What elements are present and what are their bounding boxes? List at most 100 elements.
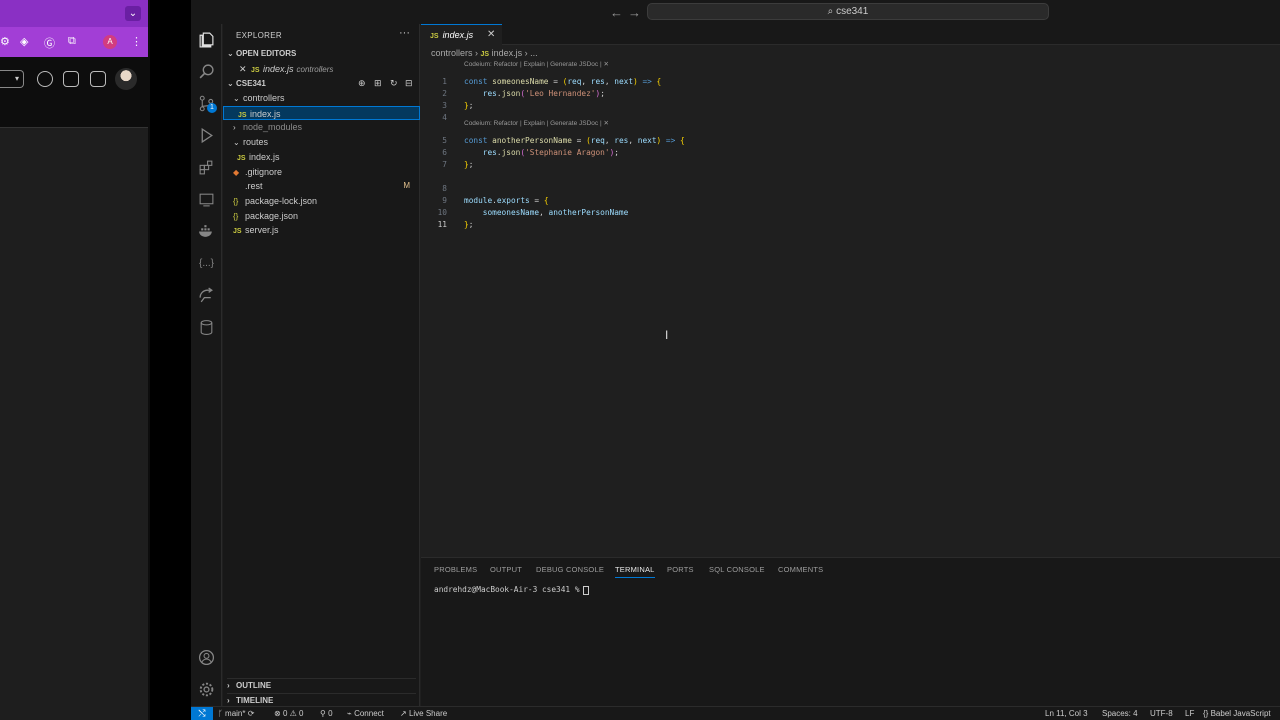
- line-number: 7: [442, 160, 447, 169]
- tree-item[interactable]: JS index.js: [223, 150, 420, 164]
- more-actions-icon[interactable]: ···: [399, 27, 410, 39]
- code-text: const someonesName = (req, res, next) =>…: [464, 77, 662, 86]
- tree-item[interactable]: JS index.js: [223, 105, 420, 120]
- sync-icon: ⟳: [247, 709, 255, 718]
- terminal-prompt: andrehdz@MacBook-Air-3 cse341 %: [434, 585, 580, 594]
- chevron-right-icon: ›: [227, 681, 230, 690]
- extension-icon-1[interactable]: ⚙: [0, 35, 10, 48]
- tree-item-label: index.js: [249, 151, 280, 162]
- tree-item[interactable]: ⌄ routes: [223, 135, 420, 149]
- line-number: 4: [442, 113, 447, 122]
- connect-status[interactable]: ⌁ Connect: [347, 707, 384, 720]
- live-share-icon[interactable]: [198, 287, 215, 304]
- line-number: 6: [442, 148, 447, 157]
- close-icon[interactable]: ✕: [239, 62, 251, 76]
- tree-item-label: .gitignore: [245, 166, 283, 177]
- braces-icon: {}: [1203, 709, 1211, 718]
- panel-tab-terminal[interactable]: TERMINAL: [615, 565, 655, 578]
- explorer-sidebar: EXPLORER ··· ⌄ OPEN EDITORS ✕ JS index.js co…: [223, 24, 420, 706]
- profile-badge[interactable]: A: [103, 35, 117, 49]
- code-text: someonesName, anotherPersonName: [482, 208, 629, 217]
- code-text: res.json('Leo Hernandez');: [482, 89, 605, 98]
- remote-indicator-icon[interactable]: ⤭: [191, 707, 213, 720]
- chevron-down-icon: ⌄: [227, 79, 234, 88]
- chevron-right-icon: ›: [227, 696, 230, 705]
- breadcrumb-folder[interactable]: controllers: [431, 48, 473, 58]
- tree-item[interactable]: {} package.json: [223, 209, 420, 223]
- new-folder-icon[interactable]: ⊞: [374, 78, 382, 89]
- new-file-icon[interactable]: ⊕: [358, 78, 366, 89]
- project-folder-header[interactable]: ⌄ CSE341: [227, 79, 266, 88]
- docker-icon[interactable]: [198, 223, 215, 240]
- open-editors-header[interactable]: ⌄ OPEN EDITORS: [227, 49, 296, 58]
- bottom-panel: PROBLEMS OUTPUT DEBUG CONSOLE TERMINAL PORTS…: [421, 557, 1280, 706]
- status-bar: ⤭ ᚴ main* ⟳ ⊗ 0 ⚠ 0 ⚲ 0 ⌁ Connect ↗ Live…: [191, 706, 1280, 720]
- eol-status[interactable]: LF: [1185, 707, 1194, 720]
- tab-index-js[interactable]: JS index.js ✕: [421, 24, 502, 45]
- ports-icon: ⚲: [320, 709, 326, 718]
- problems-status[interactable]: ⊗ 0 ⚠ 0: [274, 707, 303, 720]
- forward-button[interactable]: →: [628, 5, 641, 20]
- indentation-status[interactable]: Spaces: 4: [1102, 707, 1138, 720]
- tab-search-button[interactable]: ▾: [0, 70, 24, 88]
- tree-item[interactable]: .rest M: [223, 179, 420, 193]
- panel-tab-debug-console[interactable]: DEBUG CONSOLE: [536, 565, 604, 574]
- codeium-codelens[interactable]: Codeium: Refactor | Explain | Generate J…: [464, 60, 609, 70]
- panel-tab-problems[interactable]: PROBLEMS: [434, 565, 477, 574]
- panel-tab-comments[interactable]: COMMENTS: [778, 565, 823, 574]
- extension-icon-2[interactable]: ◈: [20, 35, 28, 48]
- inbox-icon[interactable]: [90, 71, 106, 87]
- panel-tab-sql-console[interactable]: SQL CONSOLE: [709, 565, 765, 574]
- browser-tab-strip: ⌄: [0, 0, 148, 27]
- history-icon[interactable]: [37, 71, 53, 87]
- account-icon[interactable]: [198, 649, 215, 666]
- codeium-codelens[interactable]: Codeium: Refactor | Explain | Generate J…: [464, 119, 609, 129]
- search-icon[interactable]: [198, 63, 215, 80]
- timeline-header[interactable]: › TIMELINE: [227, 693, 416, 705]
- encoding-status[interactable]: UTF-8: [1150, 707, 1173, 720]
- cursor-position-status[interactable]: Ln 11, Col 3: [1045, 707, 1088, 720]
- command-center-search[interactable]: ⌕ cse341: [647, 3, 1049, 20]
- js-file-icon: JS: [251, 67, 260, 74]
- panel-tab-ports[interactable]: PORTS: [667, 565, 694, 574]
- tree-item-label: routes: [243, 137, 269, 148]
- js-file-icon: JS: [233, 228, 242, 236]
- back-button[interactable]: ←: [610, 5, 623, 20]
- open-editor-item[interactable]: ✕ JS index.js controllers: [223, 62, 420, 76]
- tree-item[interactable]: ⌄ controllers: [223, 91, 420, 105]
- close-icon[interactable]: ✕: [487, 25, 495, 45]
- json-braces-icon[interactable]: {...}: [198, 255, 215, 272]
- database-icon[interactable]: [198, 319, 215, 336]
- language-mode-status[interactable]: {} Babel JavaScript: [1203, 707, 1271, 720]
- tree-item[interactable]: JS server.js: [223, 223, 420, 237]
- ports-status[interactable]: ⚲ 0: [320, 707, 333, 720]
- line-number: 5: [442, 136, 447, 145]
- browser-menu-icon[interactable]: ⋮: [131, 35, 142, 48]
- avatar[interactable]: [115, 68, 137, 90]
- branch-status[interactable]: ᚴ main* ⟳: [218, 707, 254, 720]
- google-icon[interactable]: Ⓖ: [44, 35, 55, 51]
- remote-explorer-icon[interactable]: [198, 191, 215, 208]
- breadcrumb-symbol[interactable]: ...: [530, 48, 538, 58]
- breadcrumb-file[interactable]: index.js: [492, 48, 523, 58]
- json-file-icon: {}: [233, 196, 239, 206]
- refresh-icon[interactable]: ↻: [390, 78, 398, 89]
- terminal-output[interactable]: andrehdz@MacBook-Air-3 cse341 %: [434, 585, 589, 595]
- run-debug-icon[interactable]: [198, 127, 215, 144]
- tree-item[interactable]: ◆ .gitignore: [223, 165, 420, 179]
- modified-badge: M: [403, 181, 410, 191]
- git-branch-icon: ᚴ: [218, 709, 226, 718]
- extensions-icon[interactable]: [198, 159, 215, 176]
- tree-item[interactable]: {} package-lock.json: [223, 194, 420, 208]
- tree-item[interactable]: › node_modules: [223, 120, 420, 134]
- collapse-all-icon[interactable]: ⊟: [405, 78, 413, 89]
- tab-dropdown-button[interactable]: ⌄: [125, 6, 141, 21]
- panel-tab-output[interactable]: OUTPUT: [490, 565, 522, 574]
- outline-header[interactable]: › OUTLINE: [227, 678, 416, 690]
- puzzle-extensions-icon[interactable]: ⧉: [68, 35, 76, 48]
- pull-requests-icon[interactable]: [63, 71, 79, 87]
- manage-gear-icon[interactable]: [198, 681, 215, 698]
- live-share-status[interactable]: ↗ Live Share: [400, 707, 447, 720]
- source-control-badge: 1: [207, 103, 217, 113]
- explorer-icon[interactable]: [198, 31, 215, 48]
